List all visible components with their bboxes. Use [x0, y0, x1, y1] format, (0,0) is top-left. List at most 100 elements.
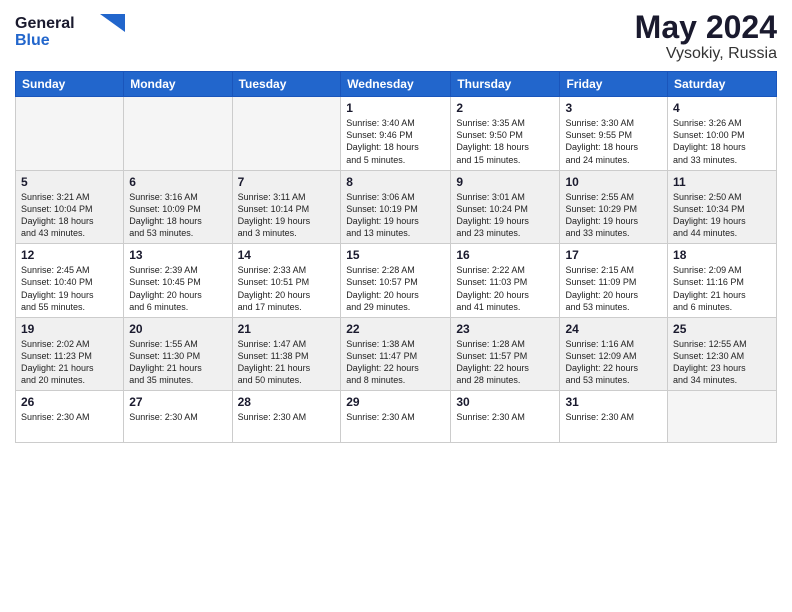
calendar-cell: 8 Sunrise: 3:06 AM Sunset: 10:19 PM Dayli…	[341, 170, 451, 244]
calendar-cell: 3 Sunrise: 3:30 AM Sunset: 9:55 PM Daylig…	[560, 97, 668, 171]
calendar-cell: 1 Sunrise: 3:40 AM Sunset: 9:46 PM Daylig…	[341, 97, 451, 171]
week-row-1: 1 Sunrise: 3:40 AM Sunset: 9:46 PM Daylig…	[16, 97, 777, 171]
day-number: 16	[456, 248, 554, 262]
day-number: 24	[565, 322, 662, 336]
day-header-saturday: Saturday	[668, 72, 777, 97]
day-info: Sunrise: 3:01 AM Sunset: 10:24 PM Daylig…	[456, 191, 554, 240]
day-number: 5	[21, 175, 118, 189]
day-number: 3	[565, 101, 662, 115]
calendar-cell: 6 Sunrise: 3:16 AM Sunset: 10:09 PM Dayli…	[124, 170, 232, 244]
calendar-cell: 13Sunrise: 2:39 AM Sunset: 10:45 PM Dayl…	[124, 244, 232, 318]
week-row-3: 12 Sunrise: 2:45 AM Sunset: 10:40 PM Dayl…	[16, 244, 777, 318]
day-number: 7	[238, 175, 336, 189]
day-number: 17	[565, 248, 662, 262]
day-header-sunday: Sunday	[16, 72, 124, 97]
day-number: 27	[129, 395, 226, 409]
logo-text: General Blue	[15, 10, 125, 57]
calendar-cell: 7 Sunrise: 3:11 AM Sunset: 10:14 PM Dayli…	[232, 170, 341, 244]
day-number: 6	[129, 175, 226, 189]
calendar-cell: 24 Sunrise: 1:16 AM Sunset: 12:09 AM Dayl…	[560, 317, 668, 391]
calendar-cell: 9Sunrise: 3:01 AM Sunset: 10:24 PM Dayli…	[451, 170, 560, 244]
day-info: Sunrise: 2:30 AM	[346, 411, 445, 423]
day-info: Sunrise: 2:30 AM	[238, 411, 336, 423]
calendar-cell: 19 Sunrise: 2:02 AM Sunset: 11:23 PM Dayl…	[16, 317, 124, 391]
calendar-cell: 30 Sunrise: 2:30 AM	[451, 391, 560, 443]
day-info: Sunrise: 1:28 AM Sunset: 11:57 PM Daylig…	[456, 338, 554, 387]
calendar-cell: 18Sunrise: 2:09 AM Sunset: 11:16 PM Dayl…	[668, 244, 777, 318]
day-number: 26	[21, 395, 118, 409]
calendar-header-row: SundayMondayTuesdayWednesdayThursdayFrid…	[16, 72, 777, 97]
day-number: 11	[673, 175, 771, 189]
calendar-cell: 5 Sunrise: 3:21 AM Sunset: 10:04 PM Dayli…	[16, 170, 124, 244]
week-row-2: 5 Sunrise: 3:21 AM Sunset: 10:04 PM Dayli…	[16, 170, 777, 244]
calendar-cell: 20Sunrise: 1:55 AM Sunset: 11:30 PM Dayl…	[124, 317, 232, 391]
day-number: 15	[346, 248, 445, 262]
month-year: May 2024	[635, 10, 777, 45]
calendar-cell: 25 Sunrise: 12:55 AM Sunset: 12:30 AM Day…	[668, 317, 777, 391]
day-number: 8	[346, 175, 445, 189]
day-number: 1	[346, 101, 445, 115]
day-info: Sunrise: 3:40 AM Sunset: 9:46 PM Dayligh…	[346, 117, 445, 166]
day-info: Sunrise: 3:26 AM Sunset: 10:00 PM Daylig…	[673, 117, 771, 166]
day-info: Sunrise: 2:33 AM Sunset: 10:51 PM Daylig…	[238, 264, 336, 313]
calendar-cell: 29 Sunrise: 2:30 AM	[341, 391, 451, 443]
title-block: May 2024 Vysokiy, Russia	[635, 10, 777, 63]
calendar-cell: 14 Sunrise: 2:33 AM Sunset: 10:51 PM Dayl…	[232, 244, 341, 318]
page: General Blue May 2024 Vysokiy, Russia Su…	[0, 0, 792, 612]
calendar-cell: 26 Sunrise: 2:30 AM	[16, 391, 124, 443]
calendar-cell: 12 Sunrise: 2:45 AM Sunset: 10:40 PM Dayl…	[16, 244, 124, 318]
calendar-cell: 23 Sunrise: 1:28 AM Sunset: 11:57 PM Dayl…	[451, 317, 560, 391]
day-info: Sunrise: 3:35 AM Sunset: 9:50 PM Dayligh…	[456, 117, 554, 166]
location: Vysokiy, Russia	[635, 45, 777, 63]
day-info: Sunrise: 1:55 AM Sunset: 11:30 PM Daylig…	[129, 338, 226, 387]
day-info: Sunrise: 1:16 AM Sunset: 12:09 AM Daylig…	[565, 338, 662, 387]
day-number: 28	[238, 395, 336, 409]
day-info: Sunrise: 2:28 AM Sunset: 10:57 PM Daylig…	[346, 264, 445, 313]
day-info: Sunrise: 2:30 AM	[456, 411, 554, 423]
week-row-5: 26 Sunrise: 2:30 AM 27 Sunrise: 2:30 AM 28 Su…	[16, 391, 777, 443]
day-info: Sunrise: 2:02 AM Sunset: 11:23 PM Daylig…	[21, 338, 118, 387]
day-number: 12	[21, 248, 118, 262]
day-info: Sunrise: 3:16 AM Sunset: 10:09 PM Daylig…	[129, 191, 226, 240]
svg-text:Blue: Blue	[15, 32, 50, 49]
day-info: Sunrise: 12:55 AM Sunset: 12:30 AM Dayli…	[673, 338, 771, 387]
calendar-cell	[232, 97, 341, 171]
day-info: Sunrise: 1:47 AM Sunset: 11:38 PM Daylig…	[238, 338, 336, 387]
day-info: Sunrise: 2:50 AM Sunset: 10:34 PM Daylig…	[673, 191, 771, 240]
day-info: Sunrise: 2:39 AM Sunset: 10:45 PM Daylig…	[129, 264, 226, 313]
day-info: Sunrise: 2:22 AM Sunset: 11:03 PM Daylig…	[456, 264, 554, 313]
svg-text:General: General	[15, 15, 75, 32]
day-info: Sunrise: 1:38 AM Sunset: 11:47 PM Daylig…	[346, 338, 445, 387]
calendar-cell	[124, 97, 232, 171]
calendar-cell: 4 Sunrise: 3:26 AM Sunset: 10:00 PM Dayli…	[668, 97, 777, 171]
logo: General Blue	[15, 10, 125, 57]
calendar-cell: 10Sunrise: 2:55 AM Sunset: 10:29 PM Dayl…	[560, 170, 668, 244]
calendar-cell: 28 Sunrise: 2:30 AM	[232, 391, 341, 443]
calendar: SundayMondayTuesdayWednesdayThursdayFrid…	[15, 71, 777, 443]
calendar-cell: 11 Sunrise: 2:50 AM Sunset: 10:34 PM Dayl…	[668, 170, 777, 244]
header: General Blue May 2024 Vysokiy, Russia	[15, 10, 777, 63]
day-header-monday: Monday	[124, 72, 232, 97]
day-number: 14	[238, 248, 336, 262]
day-info: Sunrise: 3:06 AM Sunset: 10:19 PM Daylig…	[346, 191, 445, 240]
day-info: Sunrise: 3:30 AM Sunset: 9:55 PM Dayligh…	[565, 117, 662, 166]
day-info: Sunrise: 3:21 AM Sunset: 10:04 PM Daylig…	[21, 191, 118, 240]
day-number: 19	[21, 322, 118, 336]
day-number: 30	[456, 395, 554, 409]
calendar-cell: 22 Sunrise: 1:38 AM Sunset: 11:47 PM Dayl…	[341, 317, 451, 391]
day-info: Sunrise: 2:30 AM	[21, 411, 118, 423]
day-info: Sunrise: 2:45 AM Sunset: 10:40 PM Daylig…	[21, 264, 118, 313]
day-number: 22	[346, 322, 445, 336]
day-header-thursday: Thursday	[451, 72, 560, 97]
calendar-cell: 17Sunrise: 2:15 AM Sunset: 11:09 PM Dayl…	[560, 244, 668, 318]
day-info: Sunrise: 3:11 AM Sunset: 10:14 PM Daylig…	[238, 191, 336, 240]
day-number: 29	[346, 395, 445, 409]
day-number: 25	[673, 322, 771, 336]
day-number: 31	[565, 395, 662, 409]
day-number: 18	[673, 248, 771, 262]
day-info: Sunrise: 2:30 AM	[129, 411, 226, 423]
day-number: 4	[673, 101, 771, 115]
day-number: 2	[456, 101, 554, 115]
day-number: 23	[456, 322, 554, 336]
day-header-tuesday: Tuesday	[232, 72, 341, 97]
